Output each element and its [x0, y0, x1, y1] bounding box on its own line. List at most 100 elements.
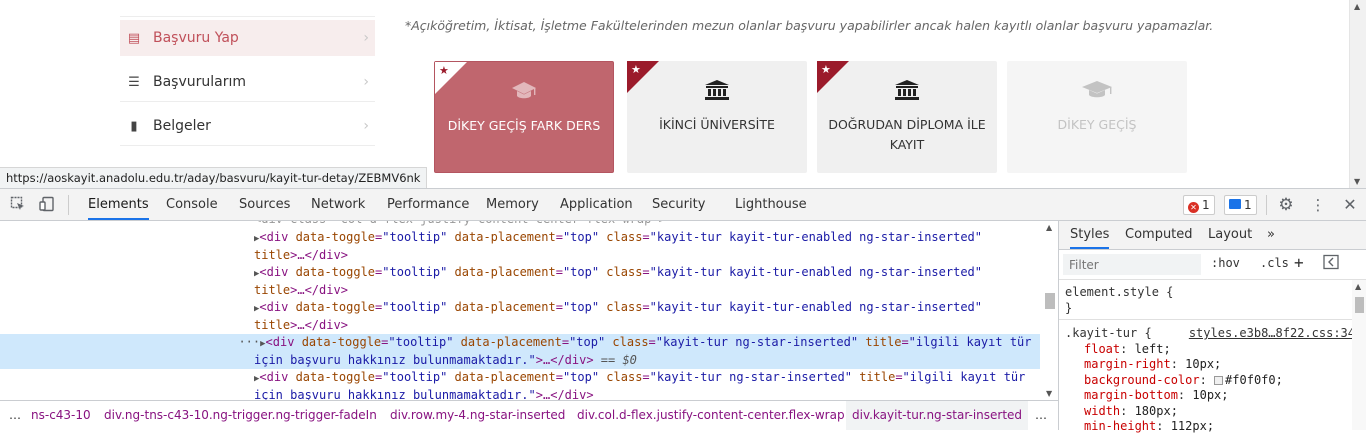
- css-declaration[interactable]: min-height: 112px;: [1065, 419, 1355, 435]
- dom-node-line[interactable]: ▶<div data-toggle="tooltip" data-placeme…: [0, 369, 1040, 387]
- page-scrollbar[interactable]: ▲ ▼: [1349, 0, 1366, 188]
- tab-elements[interactable]: Elements: [88, 189, 149, 220]
- breadcrumb-overflow[interactable]: …: [9, 401, 21, 430]
- scroll-up-icon[interactable]: ▲: [1355, 282, 1361, 291]
- sidebar-item-belgeler[interactable]: ▮ Belgeler ›: [120, 108, 375, 144]
- css-declaration[interactable]: background-color: #f0f0f0;: [1065, 373, 1355, 389]
- css-declaration[interactable]: margin-right: 10px;: [1065, 357, 1355, 373]
- color-swatch-icon[interactable]: [1214, 375, 1224, 385]
- dom-node-line-wrap[interactable]: title>…</div>: [0, 317, 1040, 335]
- kayit-tur-card-dikey-gecis-fark-ders[interactable]: ★ DİKEY GEÇİŞ FARK DERS: [434, 61, 614, 173]
- sidebar-item-basvurularim[interactable]: ☰ Başvurularım ›: [120, 64, 375, 100]
- tab-performance[interactable]: Performance: [387, 189, 469, 220]
- css-property[interactable]: float: [1084, 342, 1120, 356]
- kayit-tur-card-dogrudan-diploma[interactable]: ★ DOĞRUDAN DİPLOMA İLE KAYIT: [817, 61, 997, 173]
- tab-styles[interactable]: Styles: [1070, 221, 1110, 249]
- page-viewport: ▤ Başvuru Yap › ☰ Başvurularım › ▮ Belge…: [0, 0, 1366, 188]
- more-tabs-icon[interactable]: »: [1267, 221, 1275, 249]
- gear-icon[interactable]: ⚙: [1277, 196, 1295, 214]
- new-rule-icon[interactable]: +: [1294, 253, 1304, 272]
- tab-lighthouse[interactable]: Lighthouse: [735, 189, 807, 220]
- kayit-tur-card-dikey-gecis[interactable]: DİKEY GEÇİŞ: [1007, 61, 1187, 173]
- breadcrumb-item[interactable]: div.ng-tns-c43-10.ng-trigger.ng-trigger-…: [104, 401, 377, 430]
- css-value[interactable]: 180px;: [1135, 404, 1178, 418]
- tab-layout[interactable]: Layout: [1208, 221, 1252, 249]
- css-value[interactable]: left;: [1135, 342, 1171, 356]
- element-style-rule[interactable]: element.style { }: [1065, 285, 1355, 316]
- scroll-down-icon[interactable]: ▼: [1046, 389, 1052, 398]
- graduation-cap-icon: [1081, 79, 1113, 105]
- dom-node-line[interactable]: ▶<div data-toggle="tooltip" data-placeme…: [0, 264, 1040, 282]
- breadcrumb-item-current[interactable]: div.kayit-tur.ng-star-inserted: [846, 401, 1029, 430]
- sidebar-divider: [120, 101, 375, 102]
- css-value[interactable]: 10px;: [1185, 357, 1221, 371]
- scroll-up-icon[interactable]: ▲: [1046, 223, 1052, 232]
- rule-source-link[interactable]: styles.e3b8…8f22.css:34: [1189, 326, 1355, 342]
- tab-sources[interactable]: Sources: [239, 189, 290, 220]
- tab-security[interactable]: Security: [652, 189, 705, 220]
- message-count: 1: [1244, 198, 1252, 212]
- kayit-tur-rule[interactable]: .kayit-tur { styles.e3b8…8f22.css:34 flo…: [1065, 326, 1355, 435]
- more-options-icon[interactable]: ⋮: [1309, 196, 1327, 214]
- dom-node-line-wrap[interactable]: title>…</div>: [0, 247, 1040, 265]
- devtools-tabbar: Elements Console Sources Network Perform…: [0, 189, 1366, 221]
- dom-node-line-wrap[interactable]: title>…</div>: [0, 282, 1040, 300]
- inspect-element-icon[interactable]: [9, 196, 27, 214]
- id-card-icon: ▤: [127, 30, 141, 46]
- devtools-panel: Elements Console Sources Network Perform…: [0, 188, 1366, 433]
- document-icon: ▮: [130, 118, 138, 134]
- css-property[interactable]: margin-bottom: [1084, 388, 1178, 402]
- styles-filter-input[interactable]: [1063, 254, 1201, 275]
- css-property[interactable]: background-color: [1084, 373, 1200, 387]
- breadcrumb-item[interactable]: ns-c43-10: [31, 401, 91, 430]
- css-value[interactable]: #f0f0f0;: [1225, 373, 1283, 387]
- university-icon: [704, 79, 730, 105]
- styles-filter-row: :hov .cls +: [1059, 250, 1366, 280]
- elements-scrollbar[interactable]: ▲ ▼: [1043, 221, 1057, 400]
- tab-memory[interactable]: Memory: [486, 189, 539, 220]
- breadcrumb-item[interactable]: div.col.d-flex.justify-content-center.fl…: [577, 401, 845, 430]
- styles-scrollbar[interactable]: ▲: [1352, 280, 1366, 430]
- node-actions-icon[interactable]: ···: [224, 335, 260, 349]
- css-value[interactable]: 10px;: [1192, 388, 1228, 402]
- chevron-right-icon: ›: [363, 118, 369, 134]
- sidebar-item-basvuru-yap[interactable]: ▤ Başvuru Yap ›: [120, 20, 375, 56]
- dom-node-line[interactable]: ▶<div data-toggle="tooltip" data-placeme…: [0, 229, 1040, 247]
- dom-node-line[interactable]: ···▶<div data-toggle="tooltip" data-plac…: [0, 334, 1040, 352]
- kayit-tur-card-ikinci-universite[interactable]: ★ İKİNCİ ÜNİVERSİTE: [627, 61, 807, 173]
- css-declaration[interactable]: width: 180px;: [1065, 404, 1355, 420]
- css-property[interactable]: min-height: [1084, 419, 1156, 433]
- dom-node-line[interactable]: ▶<div data-toggle="tooltip" data-placeme…: [0, 299, 1040, 317]
- css-declaration[interactable]: float: left;: [1065, 342, 1355, 358]
- rule-divider: [1059, 319, 1353, 320]
- css-value[interactable]: 112px;: [1171, 419, 1214, 433]
- hov-toggle[interactable]: :hov: [1211, 256, 1240, 270]
- scroll-down-icon[interactable]: ▼: [1354, 177, 1360, 186]
- breadcrumb-overflow[interactable]: …: [1035, 401, 1047, 430]
- tab-console[interactable]: Console: [166, 189, 218, 220]
- dom-node-line-wrap[interactable]: için başvuru hakkınız bulunmamaktadır.">…: [0, 351, 1040, 369]
- card-title: İKİNCİ ÜNİVERSİTE: [659, 117, 775, 132]
- close-icon[interactable]: ✕: [1341, 196, 1359, 214]
- message-count-badge[interactable]: 1: [1224, 195, 1257, 215]
- styles-tabbar: Styles Computed Layout »: [1059, 221, 1366, 250]
- css-declaration[interactable]: margin-bottom: 10px;: [1065, 388, 1355, 404]
- toggle-sidebar-icon[interactable]: [1323, 254, 1339, 273]
- error-count-badge[interactable]: ✕ 1: [1183, 195, 1215, 215]
- cls-toggle[interactable]: .cls: [1260, 256, 1289, 270]
- css-property[interactable]: width: [1084, 404, 1120, 418]
- tab-computed[interactable]: Computed: [1125, 221, 1193, 249]
- scroll-up-icon[interactable]: ▲: [1354, 2, 1360, 11]
- breadcrumb: … ns-c43-10 div.ng-tns-c43-10.ng-trigger…: [0, 400, 1058, 430]
- tab-network[interactable]: Network: [311, 189, 365, 220]
- elements-tree[interactable]: <div class="col d-flex justify-content-c…: [0, 221, 1058, 400]
- breadcrumb-item[interactable]: div.row.my-4.ng-star-inserted: [390, 401, 565, 430]
- scroll-thumb[interactable]: [1355, 297, 1364, 313]
- toolbar-divider: [68, 195, 69, 215]
- scroll-thumb[interactable]: [1045, 293, 1055, 309]
- device-toolbar-icon[interactable]: [38, 196, 56, 214]
- tab-application[interactable]: Application: [560, 189, 633, 220]
- dom-node-line-wrap[interactable]: için başvuru hakkınız bulunmamaktadır.">…: [0, 387, 1040, 401]
- rule-selector: .kayit-tur {: [1065, 326, 1152, 340]
- css-property[interactable]: margin-right: [1084, 357, 1171, 371]
